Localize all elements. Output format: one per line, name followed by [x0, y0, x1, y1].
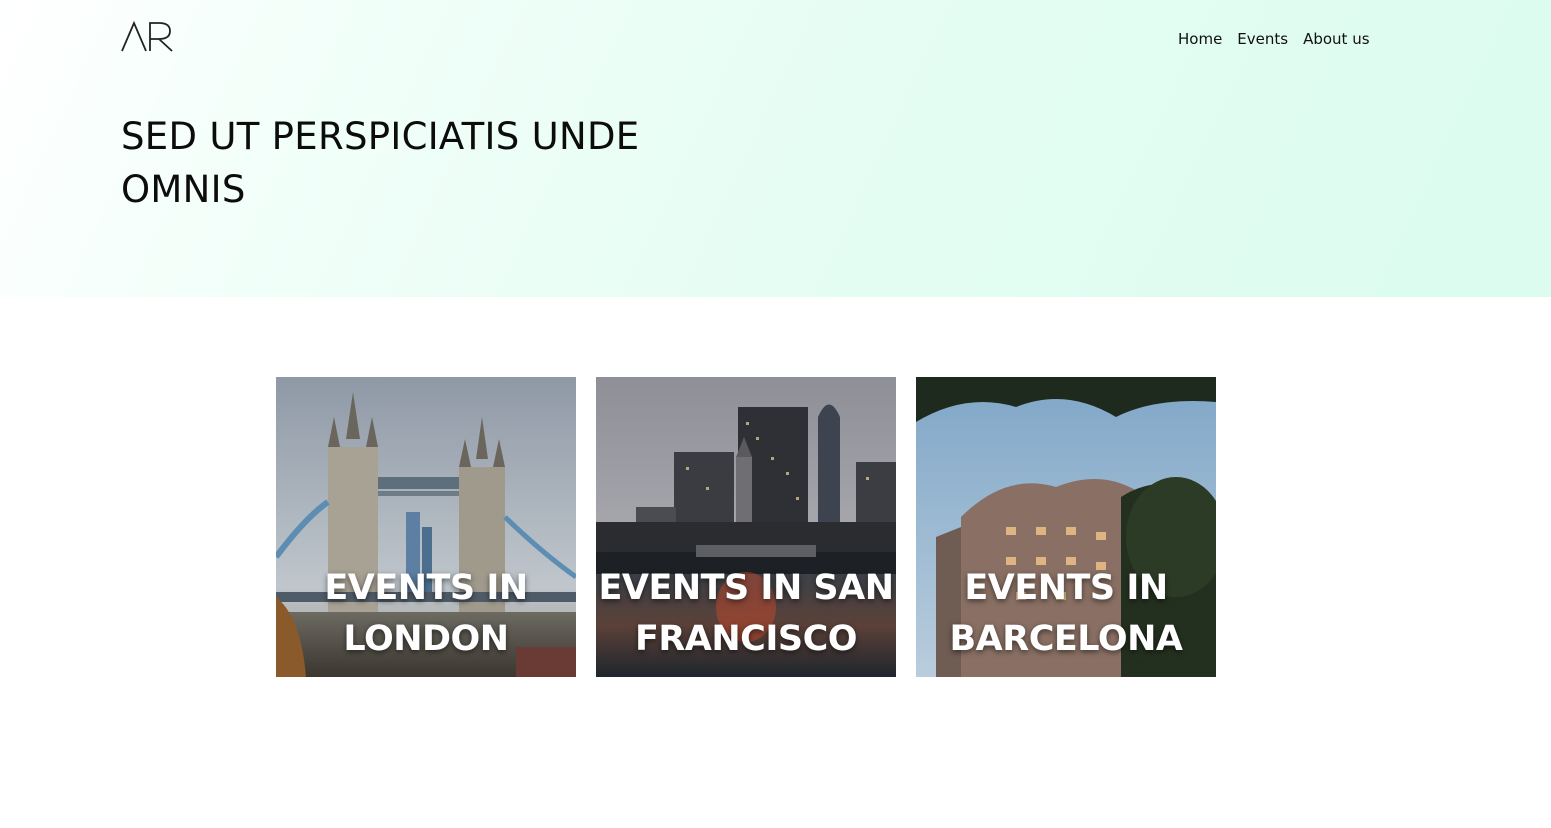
card-london-title-line2: LONDON: [343, 619, 509, 659]
card-barcelona[interactable]: EVENTS IN BARCELONA: [916, 377, 1216, 677]
nav-about-link[interactable]: About us: [1303, 29, 1369, 49]
card-barcelona-title-line1: EVENTS IN: [964, 568, 1168, 608]
nav-home-link[interactable]: Home: [1178, 29, 1222, 49]
hero-section: Home Events About us SED UT PERSPICIATIS…: [0, 0, 1551, 297]
card-london-title-line1: EVENTS IN: [324, 568, 528, 608]
card-san-francisco-title-line2: FRANCISCO: [634, 619, 858, 659]
card-san-francisco-title-line1: EVENTS IN SAN: [598, 568, 894, 608]
card-barcelona-title: EVENTS IN BARCELONA: [916, 563, 1216, 665]
nav-events-link[interactable]: Events: [1237, 29, 1288, 49]
card-san-francisco-title: EVENTS IN SAN FRANCISCO: [596, 563, 896, 665]
hero-title: SED UT PERSPICIATIS UNDE OMNIS: [121, 115, 640, 211]
card-london-title: EVENTS IN LONDON: [276, 563, 576, 665]
main-nav: Home Events About us: [1178, 29, 1370, 49]
site-logo[interactable]: [121, 20, 173, 54]
card-barcelona-title-line2: BARCELONA: [949, 619, 1184, 659]
card-san-francisco[interactable]: EVENTS IN SAN FRANCISCO: [596, 377, 896, 677]
card-london[interactable]: EVENTS IN LONDON: [276, 377, 576, 677]
events-cards: EVENTS IN LONDON EVENTS IN SAN FRANCISCO…: [276, 377, 1216, 677]
